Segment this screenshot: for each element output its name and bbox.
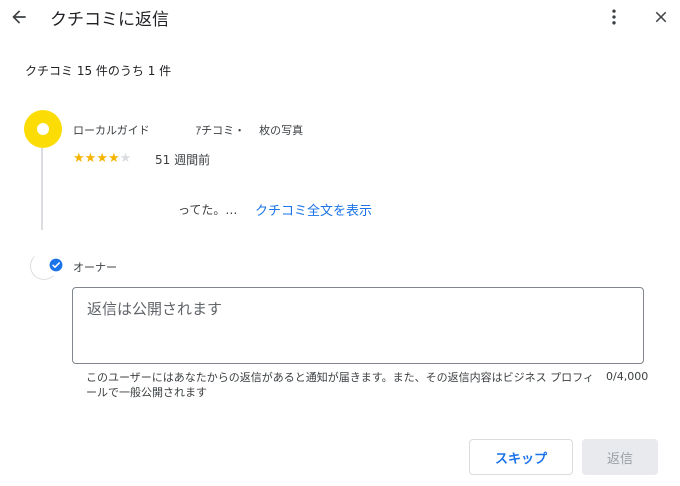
arrow-back-icon [12,10,26,24]
review-time: 51 週間前 [155,153,211,167]
star-icon: ★ [84,151,97,166]
star-icon: ★ [73,151,85,166]
reviewer-info: ローカルガイド ｱチコミ・ 枚の写真 [73,122,303,138]
reply-input[interactable] [72,287,644,364]
skip-button[interactable]: スキップ [469,439,573,475]
reviewer-badge: ローカルガイド [73,124,150,137]
review-counter: クチコミ 15 件のうち 1 件 [25,64,172,78]
close-button[interactable] [648,4,674,30]
reply-submit-button[interactable]: 返信 [582,439,658,475]
reviewer-avatar-center [37,123,49,135]
thread-connector [41,148,43,230]
reply-helper-text: このユーザーにはあなたからの返信があると通知が届きます。また、その返信内容はビジ… [86,371,594,399]
owner-label: オーナー [73,261,117,274]
reviewer-review-count: ｱチコミ・ [195,124,246,137]
page-title: クチコミに返信 [50,10,169,30]
verified-check-icon [49,258,63,272]
read-full-review-link[interactable]: クチコミ全文を表示 [255,200,372,219]
more-vert-icon [612,9,616,25]
star-icon: ★ [107,151,120,166]
star-icon: ★ [96,151,108,166]
star-empty-icon: ★ [119,151,132,166]
reviewer-photo-count: 枚の写真 [259,124,304,137]
review-snippet: ってた。… [178,203,238,217]
back-button[interactable] [6,4,32,30]
star-rating: ★★★★★ [73,151,131,166]
more-options-button[interactable] [602,4,626,30]
close-icon [655,11,667,23]
character-counter: 0/4,000 [606,370,649,383]
